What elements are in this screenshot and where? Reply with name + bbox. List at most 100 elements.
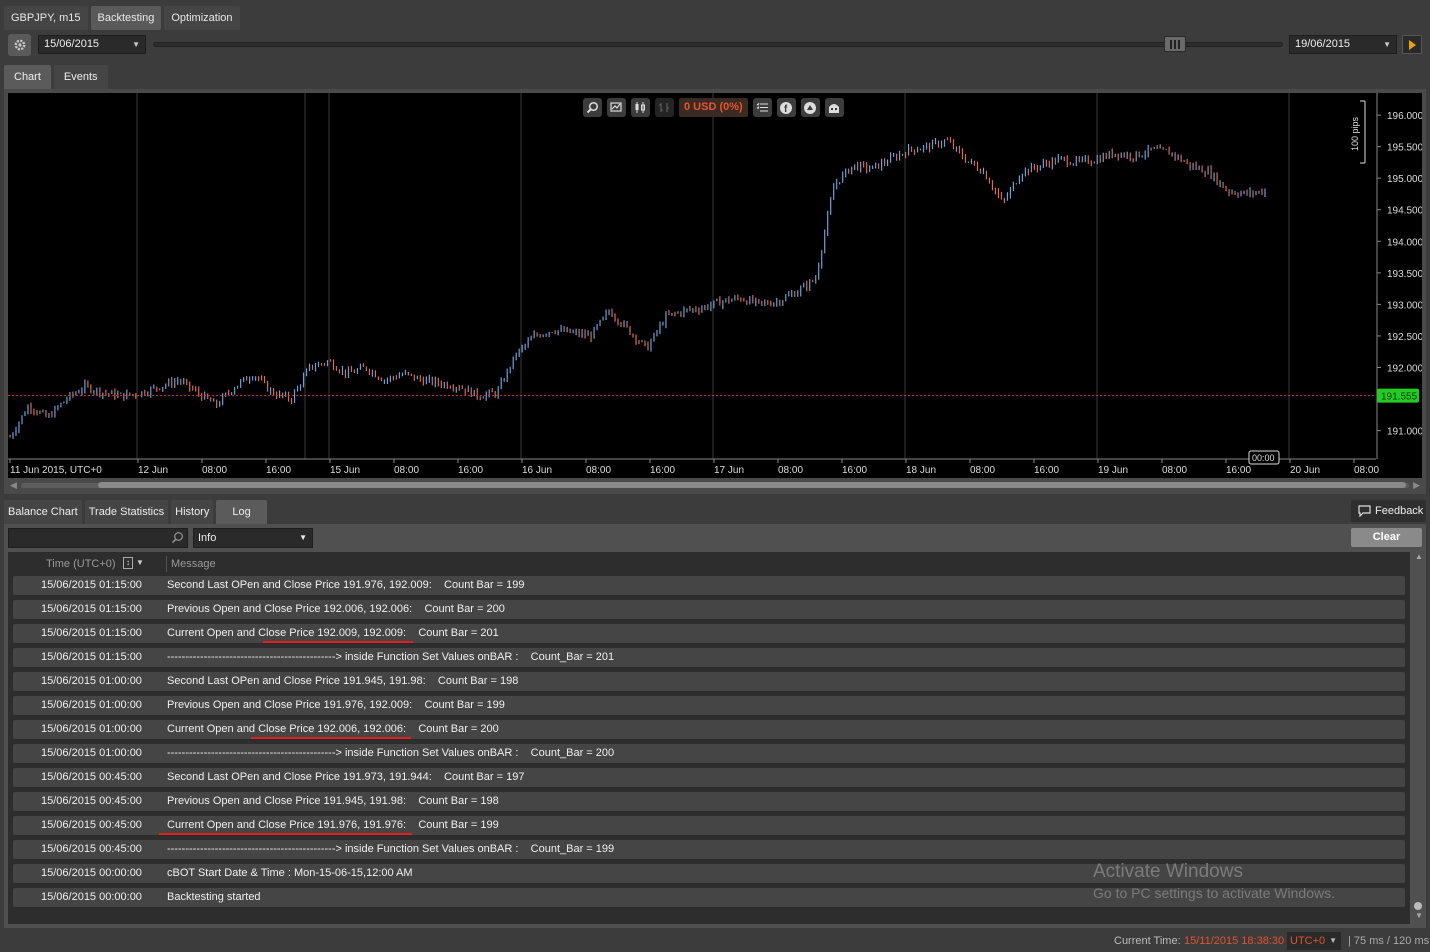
log-row[interactable]: 15/06/2015 01:00:00 ---------------------… [13, 744, 1405, 763]
date-range-slider-handle[interactable] [1164, 36, 1186, 52]
scroll-left-icon[interactable]: ◀ [10, 480, 17, 491]
app-window: GBPJPY, m15 Backtesting Optimization 15/… [0, 0, 1430, 952]
settings-button[interactable] [8, 34, 31, 56]
column-header-time[interactable]: Time (UTC+0) [46, 558, 116, 570]
y-tick-label: 193.500 [1387, 269, 1422, 280]
log-row-time: 15/06/2015 00:00:00 [41, 891, 142, 903]
chart-settings-icon [610, 102, 622, 112]
log-row[interactable]: 15/06/2015 01:00:00 Current Open and Clos… [13, 720, 1405, 739]
column-header-message[interactable]: Message [171, 558, 216, 570]
watermark-subtitle: Go to PC settings to activate Windows. [1093, 885, 1335, 901]
activation-watermark: Activate Windows Go to PC settings to ac… [1093, 861, 1335, 901]
tab-trade-statistics[interactable]: Trade Statistics [84, 500, 169, 524]
scroll-up-icon[interactable]: ▲ [1415, 552, 1423, 561]
y-tick-label: 192.500 [1387, 332, 1422, 343]
bar-type-button[interactable] [655, 98, 674, 117]
log-row-time: 15/06/2015 01:00:00 [41, 699, 142, 711]
scrollbar-thumb[interactable] [98, 482, 1406, 488]
log-row[interactable]: 15/06/2015 01:15:00 Current Open and Clos… [13, 624, 1405, 643]
facebook-button[interactable]: f [776, 98, 796, 117]
cbot-button[interactable] [824, 98, 844, 117]
date-range-slider-track[interactable] [153, 42, 1283, 47]
candle-type-icon [635, 102, 645, 113]
log-row-time: 15/06/2015 00:45:00 [41, 819, 142, 831]
highlight-underline [159, 833, 412, 835]
chevron-down-icon: ▼ [132, 40, 140, 49]
log-level-select[interactable]: Info ▼ [193, 528, 313, 548]
chart-settings-button[interactable] [607, 98, 626, 117]
log-row[interactable]: 15/06/2015 01:00:00 Previous Open and Clo… [13, 696, 1405, 715]
current-price-label: 191.555 [1381, 392, 1418, 403]
scroll-right-icon[interactable]: ▶ [1413, 480, 1420, 491]
zoom-button[interactable] [583, 98, 602, 117]
log-row-message: Previous Open and Close Price 191.945, 1… [167, 795, 499, 807]
log-row-message: Backtesting started [167, 891, 261, 903]
tab-backtesting[interactable]: Backtesting [90, 6, 162, 30]
log-row-time: 15/06/2015 01:00:00 [41, 675, 142, 687]
log-row[interactable]: 15/06/2015 01:00:00 Second Last OPen and … [13, 672, 1405, 691]
log-row-time: 15/06/2015 00:45:00 [41, 843, 142, 855]
x-tick-label: 11 Jun 2015, UTC+0 [10, 465, 102, 476]
chart-toolbar: 0 USD (0%) f [583, 97, 844, 118]
scroll-down-icon[interactable]: ▼ [1415, 911, 1423, 920]
log-row-message: Previous Open and Close Price 191.976, 1… [167, 699, 505, 711]
clear-button[interactable]: Clear [1351, 528, 1422, 547]
y-tick-label: 196.000 [1387, 111, 1422, 122]
feedback-button[interactable]: Feedback [1351, 500, 1426, 522]
list-icon [756, 102, 768, 112]
trade-icon [804, 101, 817, 114]
log-row-time: 15/06/2015 00:45:00 [41, 795, 142, 807]
chevron-down-icon: ▼ [1329, 936, 1337, 945]
bar-type-icon [659, 103, 669, 112]
timezone-select[interactable]: UTC+0 ▼ [1287, 932, 1341, 950]
list-button[interactable] [752, 98, 772, 117]
tab-optimization[interactable]: Optimization [164, 6, 240, 30]
log-row[interactable]: 15/06/2015 00:45:00 ---------------------… [13, 840, 1405, 859]
tab-log[interactable]: Log [216, 500, 267, 524]
chevron-down-icon: ▼ [1383, 40, 1391, 49]
log-row[interactable]: 15/06/2015 00:45:00 Previous Open and Clo… [13, 792, 1405, 811]
speech-bubble-icon [1358, 505, 1371, 517]
log-row[interactable]: 15/06/2015 00:45:00 Second Last OPen and … [13, 768, 1405, 787]
y-tick-label: 192.000 [1387, 364, 1422, 375]
tab-balance-chart[interactable]: Balance Chart [4, 500, 82, 524]
chart-horizontal-scrollbar[interactable]: ◀ ▶ [8, 480, 1422, 490]
log-vertical-scrollbar[interactable]: ▲ ▼ [1412, 552, 1424, 924]
tab-history[interactable]: History [171, 500, 214, 524]
log-row[interactable]: 15/06/2015 01:15:00 ---------------------… [13, 648, 1405, 667]
current-time-label: Current Time: [1114, 935, 1181, 947]
x-tick-label: 17 Jun [714, 465, 744, 476]
trade-button[interactable] [800, 98, 820, 117]
scrollbar-thumb[interactable] [1414, 902, 1422, 910]
candle-type-button[interactable] [631, 98, 650, 117]
tab-symbol[interactable]: GBPJPY, m15 [4, 6, 88, 30]
end-date-select[interactable]: 19/06/2015 ▼ [1289, 35, 1397, 54]
log-row[interactable]: 15/06/2015 01:15:00 Previous Open and Clo… [13, 600, 1405, 619]
zoom-icon [586, 101, 599, 114]
log-row-time: 15/06/2015 01:15:00 [41, 579, 142, 591]
x-tick-label: 16:00 [458, 465, 483, 476]
log-row-message: ----------------------------------------… [167, 843, 615, 855]
x-tick-label: 16:00 [650, 465, 675, 476]
tab-events[interactable]: Events [53, 65, 108, 89]
column-divider[interactable] [166, 556, 167, 572]
bottom-tabs: Balance Chart Trade Statistics History L… [4, 500, 267, 524]
gear-icon [14, 39, 25, 51]
tab-chart[interactable]: Chart [4, 65, 51, 89]
x-tick-label: 15 Jun [330, 465, 360, 476]
log-row-time: 15/06/2015 01:00:00 [41, 747, 142, 759]
x-tick-label: 08:00 [1162, 465, 1187, 476]
end-date-value: 19/06/2015 [1295, 38, 1351, 50]
start-date-select[interactable]: 15/06/2015 ▼ [38, 35, 146, 54]
chevron-down-icon[interactable]: ▼ [136, 558, 144, 567]
price-chart[interactable]: 196.000 195.500 195.000 194.500 194.000 193.5… [8, 93, 1424, 478]
x-tick-label: 16:00 [266, 465, 291, 476]
play-icon [1408, 39, 1416, 50]
watermark-title: Activate Windows [1093, 861, 1243, 882]
log-filter-input[interactable] [8, 528, 188, 548]
log-row-time: 15/06/2015 01:15:00 [41, 651, 142, 663]
play-button[interactable] [1402, 35, 1422, 54]
log-header: Time (UTC+0) ↕ ▼ Message [8, 556, 1410, 572]
sort-icon[interactable]: ↕ [123, 557, 133, 569]
log-row[interactable]: 15/06/2015 01:15:00 Second Last OPen and … [13, 576, 1405, 595]
